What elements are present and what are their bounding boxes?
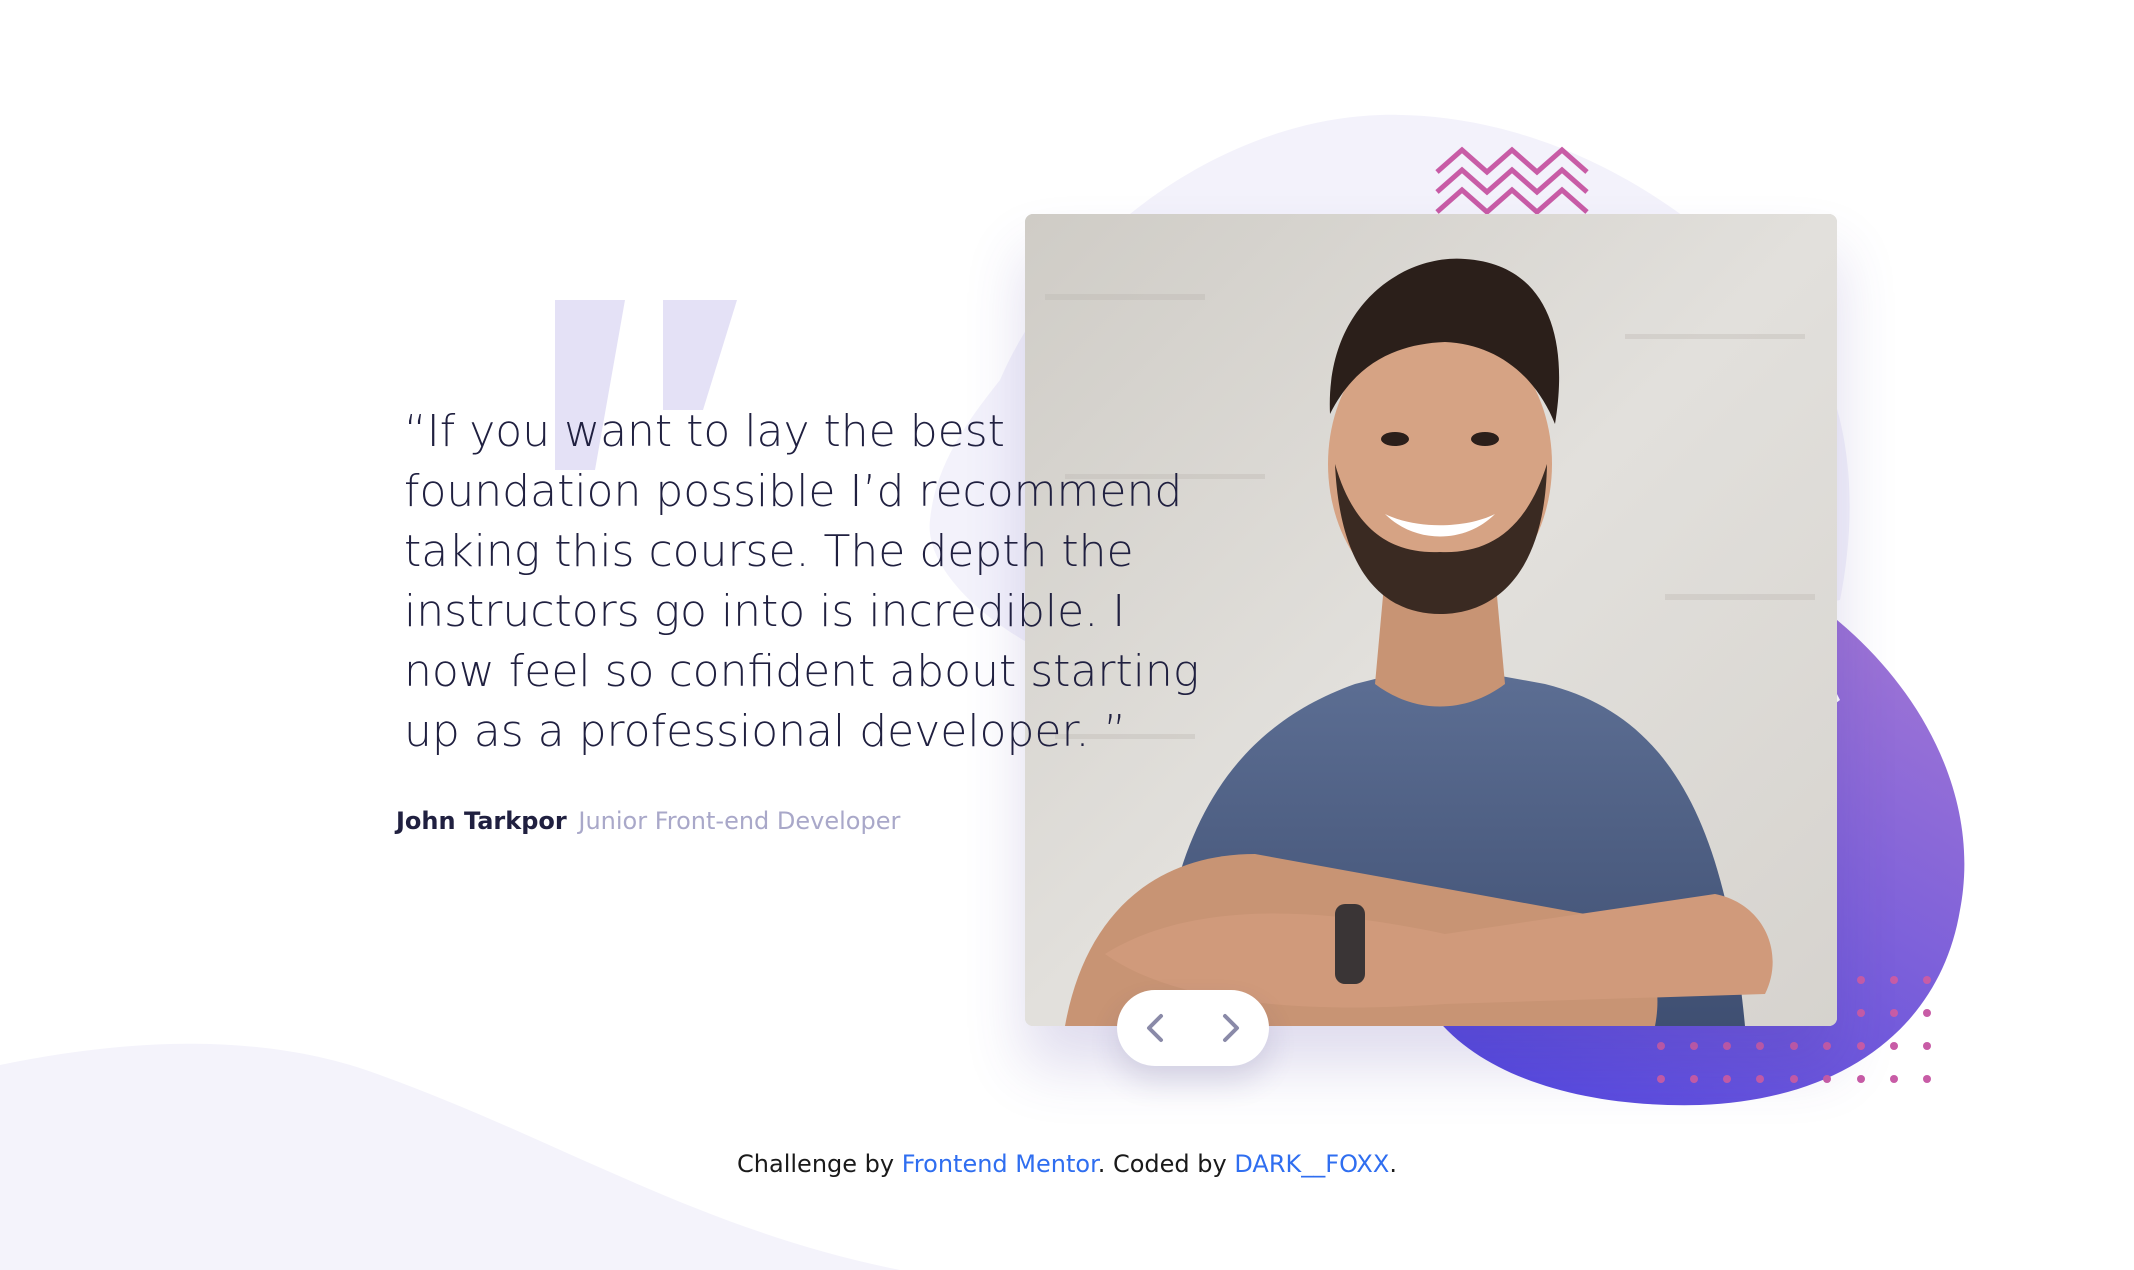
quote-line: up as a professional developer. ” bbox=[404, 706, 1127, 757]
slider-navigation bbox=[1117, 990, 1269, 1066]
testimonial-quote: “If you want to lay the best foundation … bbox=[404, 402, 1264, 762]
quote-line: instructors go into is incredible. I bbox=[404, 586, 1126, 637]
quote-line: “If you want to lay the best bbox=[404, 406, 1005, 457]
quote-line: taking this course. The depth the bbox=[404, 526, 1134, 577]
author-role: Junior Front-end Developer bbox=[578, 807, 901, 835]
chevron-left-icon bbox=[1147, 1014, 1163, 1042]
author-name: John Tarkpor bbox=[396, 807, 567, 835]
chevron-right-icon bbox=[1223, 1014, 1239, 1042]
attribution-prefix: Challenge by bbox=[737, 1150, 895, 1178]
quote-line: now feel so confident about starting bbox=[404, 646, 1200, 697]
attribution-middle: . Coded by bbox=[1097, 1150, 1227, 1178]
attribution: Challenge by Frontend Mentor. Coded by D… bbox=[0, 1150, 2134, 1178]
frontend-mentor-link[interactable]: Frontend Mentor bbox=[902, 1150, 1098, 1178]
next-button[interactable] bbox=[1193, 990, 1269, 1066]
quote-line: foundation possible I’d recommend bbox=[404, 466, 1183, 517]
attribution-suffix: . bbox=[1389, 1150, 1397, 1178]
testimonial-author: John Tarkpor Junior Front-end Developer bbox=[396, 806, 900, 836]
coder-link[interactable]: DARK__FOXX bbox=[1234, 1150, 1389, 1178]
testimonial-slider-page: “If you want to lay the best foundation … bbox=[0, 0, 2134, 1270]
previous-button[interactable] bbox=[1117, 990, 1193, 1066]
